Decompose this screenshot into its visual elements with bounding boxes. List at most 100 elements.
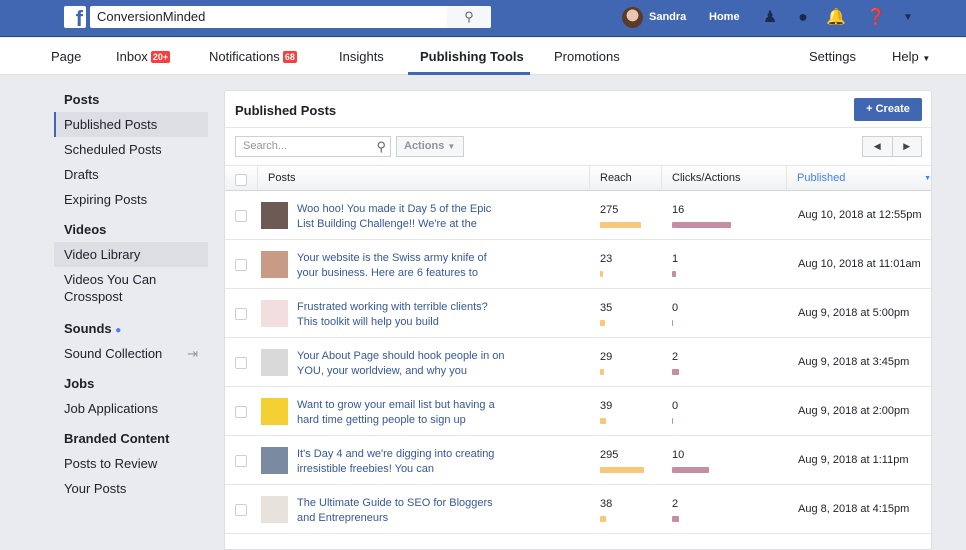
sidebar-heading-jobs: Jobs <box>64 376 95 391</box>
post-text[interactable]: Frustrated working with terrible clients… <box>297 300 507 330</box>
sidebar-heading-posts: Posts <box>64 92 100 107</box>
reach-bar <box>600 418 606 424</box>
notifications-bell-icon[interactable]: 🔔 <box>826 8 846 28</box>
sidebar-heading-videos: Videos <box>64 222 107 237</box>
reach-bar <box>600 271 604 277</box>
row-checkbox[interactable] <box>235 455 247 467</box>
avatar[interactable] <box>622 7 643 28</box>
account-menu-chevron-icon[interactable]: ▼ <box>898 8 918 28</box>
notifications-badge: 68 <box>282 51 297 63</box>
tab-page[interactable]: Page <box>51 49 81 64</box>
post-thumbnail[interactable] <box>261 300 288 327</box>
clicks-bar <box>672 320 673 326</box>
prev-page-icon[interactable]: ◀ <box>863 137 892 156</box>
sidebar-item-drafts[interactable]: Drafts <box>54 162 208 187</box>
table-row[interactable]: Your website is the Swiss army knife of … <box>225 240 931 289</box>
sidebar-item-your-posts[interactable]: Your Posts <box>54 476 208 501</box>
page-nav: Page Inbox 20+ Notifications 68 Insights P… <box>0 38 966 75</box>
tab-publishing-tools[interactable]: Publishing Tools <box>420 49 524 64</box>
sidebar-item-published-posts[interactable]: Published Posts <box>54 112 208 137</box>
sidebar-item-expiring-posts[interactable]: Expiring Posts <box>54 187 208 212</box>
home-link[interactable]: Home <box>709 11 740 23</box>
reach-bar <box>600 320 606 326</box>
clicks-value: 0 <box>672 302 679 314</box>
post-text[interactable]: Your About Page should hook people in on… <box>297 349 507 379</box>
column-reach[interactable]: Reach <box>589 166 661 191</box>
actions-dropdown[interactable]: Actions ▼ <box>396 136 464 157</box>
post-text[interactable]: It's Day 4 and we're digging into creati… <box>297 447 507 477</box>
reach-value: 295 <box>600 449 619 461</box>
select-all-checkbox[interactable] <box>235 174 247 186</box>
reach-value: 275 <box>600 204 619 216</box>
row-checkbox[interactable] <box>235 308 247 320</box>
sidebar-item-video-library[interactable]: Video Library <box>54 242 208 267</box>
post-text[interactable]: The Ultimate Guide to SEO for Bloggers a… <box>297 496 507 526</box>
profile-link[interactable]: Sandra <box>649 11 686 23</box>
create-button[interactable]: + Create <box>854 98 922 121</box>
clicks-bar <box>672 271 676 277</box>
column-published[interactable]: Published ▼ <box>786 166 931 191</box>
help-chevron-icon: ▼ <box>922 54 931 63</box>
reach-value: 23 <box>600 253 613 265</box>
row-checkbox[interactable] <box>235 210 247 222</box>
pager: ◀ ▶ <box>862 136 922 157</box>
published-date: Aug 10, 2018 at 11:01am <box>798 258 921 270</box>
post-text[interactable]: Want to grow your email list but having … <box>297 398 507 428</box>
table-row[interactable]: Your About Page should hook people in on… <box>225 338 931 387</box>
tab-insights[interactable]: Insights <box>339 49 384 64</box>
friends-icon[interactable]: ♟ <box>760 8 780 28</box>
messenger-icon[interactable]: ● <box>793 8 813 28</box>
tab-help[interactable]: Help ▼ <box>892 49 930 64</box>
clicks-value: 10 <box>672 449 685 461</box>
row-checkbox[interactable] <box>235 406 247 418</box>
search-icon[interactable]: ⚲ <box>447 6 491 28</box>
table-row[interactable]: Frustrated working with terrible clients… <box>225 289 931 338</box>
clicks-value: 1 <box>672 253 679 265</box>
clicks-bar <box>672 369 680 375</box>
sidebar-item-videos-crosspost[interactable]: Videos You Can Crosspost <box>54 267 208 311</box>
clicks-value: 16 <box>672 204 685 216</box>
tab-promotions[interactable]: Promotions <box>554 49 620 64</box>
post-thumbnail[interactable] <box>261 251 288 278</box>
tab-notifications[interactable]: Notifications 68 <box>209 49 297 64</box>
posts-search-input[interactable]: Search... ⚲ <box>235 136 391 157</box>
reach-bar <box>600 369 605 375</box>
row-checkbox[interactable] <box>235 504 247 516</box>
tab-settings[interactable]: Settings <box>809 49 856 64</box>
tab-inbox[interactable]: Inbox 20+ <box>116 49 171 64</box>
row-checkbox[interactable] <box>235 357 247 369</box>
search-input[interactable]: ConversionMinded ⚲ <box>90 6 491 28</box>
top-bar: f ConversionMinded ⚲ Sandra Home ♟ ● 🔔 ❓ … <box>0 0 966 37</box>
reach-value: 38 <box>600 498 613 510</box>
sort-desc-icon: ▼ <box>924 175 931 182</box>
reach-bar <box>600 516 606 522</box>
published-date: Aug 9, 2018 at 1:11pm <box>798 454 909 466</box>
post-thumbnail[interactable] <box>261 496 288 523</box>
row-checkbox[interactable] <box>235 259 247 271</box>
table-row[interactable]: It's Day 4 and we're digging into creati… <box>225 436 931 485</box>
facebook-logo-icon[interactable]: f <box>64 6 86 28</box>
post-text[interactable]: Your website is the Swiss army knife of … <box>297 251 507 281</box>
next-page-icon[interactable]: ▶ <box>891 137 922 156</box>
help-icon[interactable]: ❓ <box>866 8 886 28</box>
post-thumbnail[interactable] <box>261 349 288 376</box>
reach-value: 39 <box>600 400 613 412</box>
sidebar-item-scheduled-posts[interactable]: Scheduled Posts <box>54 137 208 162</box>
table-row[interactable]: Woo hoo! You made it Day 5 of the Epic L… <box>225 191 931 240</box>
sidebar-item-job-applications[interactable]: Job Applications <box>54 396 208 421</box>
table-row[interactable]: Want to grow your email list but having … <box>225 387 931 436</box>
sidebar-item-sound-collection[interactable]: Sound Collection ⇥ <box>54 341 208 366</box>
post-text[interactable]: Woo hoo! You made it Day 5 of the Epic L… <box>297 202 507 232</box>
enter-icon: ⇥ <box>187 346 198 361</box>
published-date: Aug 9, 2018 at 2:00pm <box>798 405 910 417</box>
sidebar-heading-branded-content: Branded Content <box>64 431 170 446</box>
column-clicks[interactable]: Clicks/Actions <box>661 166 786 191</box>
sidebar-item-posts-to-review[interactable]: Posts to Review <box>54 451 208 476</box>
column-posts[interactable]: Posts <box>257 166 590 191</box>
post-thumbnail[interactable] <box>261 447 288 474</box>
post-thumbnail[interactable] <box>261 202 288 229</box>
table-row[interactable]: The Ultimate Guide to SEO for Bloggers a… <box>225 485 931 534</box>
post-thumbnail[interactable] <box>261 398 288 425</box>
inbox-badge: 20+ <box>150 51 171 63</box>
published-date: Aug 10, 2018 at 12:55pm <box>798 209 922 221</box>
